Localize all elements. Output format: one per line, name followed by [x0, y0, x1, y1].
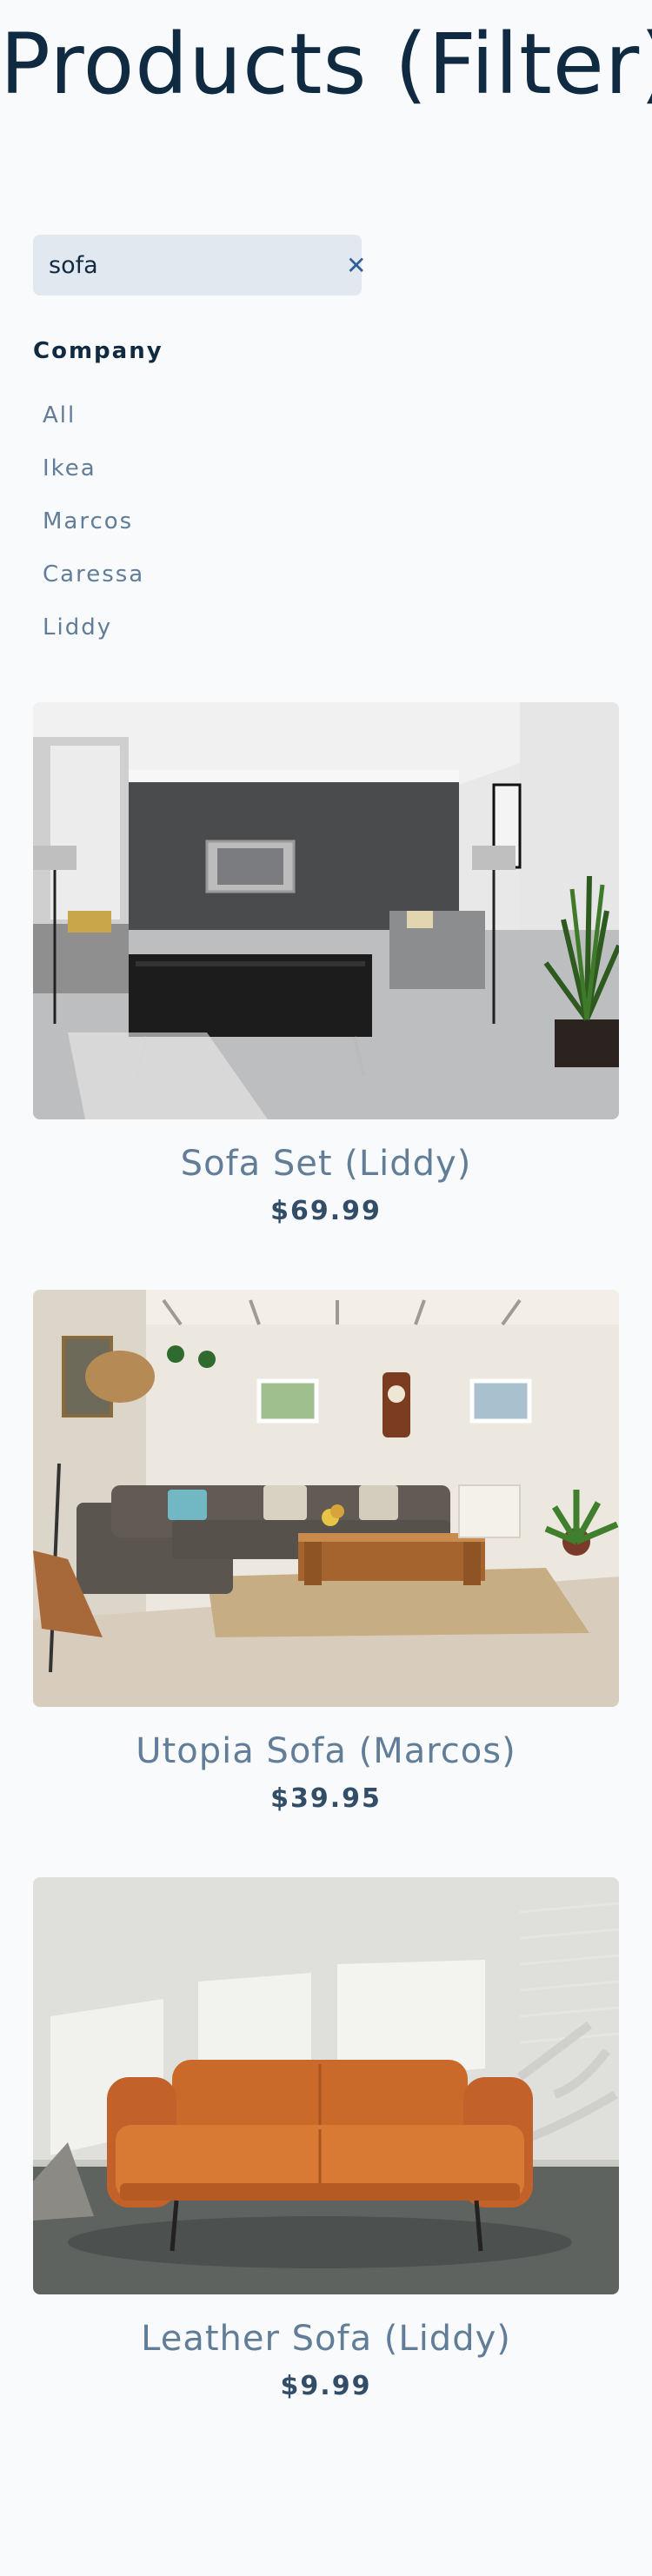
close-icon[interactable]: ✕	[346, 251, 366, 280]
product-image-utopia-sofa[interactable]	[33, 1290, 619, 1707]
product-image-leather-sofa[interactable]	[33, 1877, 619, 2294]
search-input[interactable]	[49, 251, 346, 279]
product-name: Utopia Sofa (Marcos)	[136, 1731, 516, 1771]
search-box: ✕	[33, 235, 366, 295]
product-card: Utopia Sofa (Marcos) $39.95	[33, 1290, 619, 1814]
product-card: Sofa Set (Liddy) $69.99	[33, 702, 619, 1226]
product-name: Sofa Set (Liddy)	[180, 1144, 472, 1184]
company-filter-list: All Ikea Marcos Caressa Liddy	[43, 388, 144, 654]
product-price: $69.99	[270, 1196, 382, 1226]
company-filter-ikea[interactable]: Ikea	[43, 442, 96, 495]
company-filter-heading: Company	[33, 338, 163, 364]
company-filter-liddy[interactable]: Liddy	[43, 601, 112, 654]
page-title: Products (Filter)	[0, 16, 652, 113]
product-price: $9.99	[280, 2371, 372, 2401]
company-filter-marcos[interactable]: Marcos	[43, 495, 133, 548]
product-image-sofa-set[interactable]	[33, 702, 619, 1119]
product-name: Leather Sofa (Liddy)	[141, 2319, 511, 2359]
product-card: Leather Sofa (Liddy) $9.99	[33, 1877, 619, 2401]
product-price: $39.95	[270, 1783, 382, 1814]
company-filter-all[interactable]: All	[43, 388, 76, 442]
company-filter-caressa[interactable]: Caressa	[43, 548, 144, 601]
